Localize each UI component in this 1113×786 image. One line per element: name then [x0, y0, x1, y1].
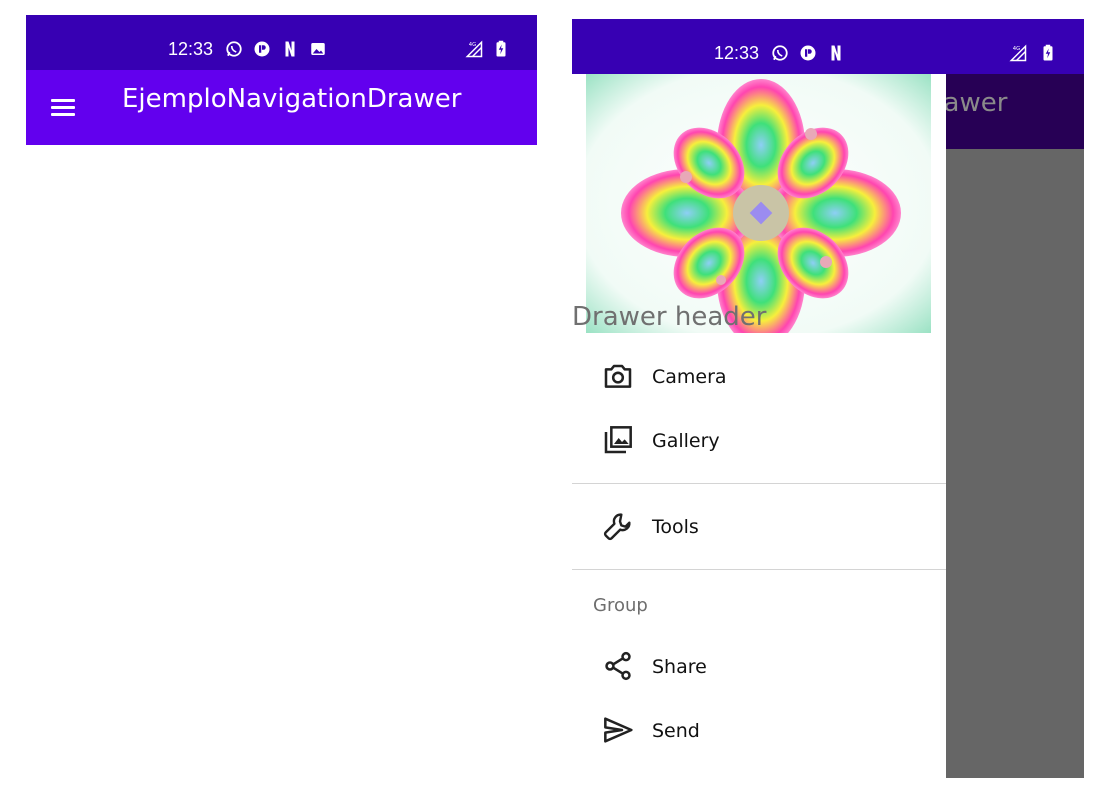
status-bar: 12:33 4G — [26, 15, 537, 70]
gallery-icon — [602, 424, 634, 456]
drawer-header-image — [586, 74, 931, 333]
svg-text:4G: 4G — [1013, 46, 1020, 52]
menu-item-gallery[interactable]: Gallery — [572, 408, 946, 472]
menu-divider — [572, 569, 946, 570]
hamburger-menu-icon[interactable] — [48, 94, 78, 120]
menu-item-share[interactable]: Share — [572, 634, 946, 698]
menu-item-send[interactable]: Send — [572, 698, 946, 762]
netflix-icon — [281, 40, 299, 58]
netflix-icon — [827, 44, 845, 62]
whatsapp-icon — [771, 44, 789, 62]
signal-4g-icon: 4G — [1006, 44, 1030, 62]
wrench-icon — [602, 510, 634, 542]
status-bar: 12:33 4G — [572, 19, 1084, 74]
app-notification-icon — [799, 44, 817, 62]
right-screen: 12:33 4G EjemploNavigationDrawer — [572, 19, 1084, 778]
menu-divider — [572, 483, 946, 484]
app-notification-icon — [253, 40, 271, 58]
menu-item-label: Tools — [652, 516, 699, 538]
navigation-drawer: Drawer header Camera Gallery Tools Group — [572, 74, 946, 778]
whatsapp-icon — [225, 40, 243, 58]
send-icon — [602, 714, 634, 746]
share-icon — [602, 650, 634, 682]
svg-text:4G: 4G — [469, 42, 476, 48]
image-icon — [309, 40, 327, 58]
menu-item-label: Send — [652, 720, 700, 742]
app-title: EjemploNavigationDrawer — [122, 84, 462, 114]
menu-item-camera[interactable]: Camera — [572, 344, 946, 408]
signal-4g-icon: 4G — [462, 40, 486, 58]
app-bar: EjemploNavigationDrawer — [26, 70, 537, 145]
group-label: Group — [593, 595, 648, 616]
menu-item-label: Gallery — [652, 430, 720, 452]
menu-item-label: Camera — [652, 366, 727, 388]
camera-icon — [602, 360, 634, 392]
battery-charging-icon — [1039, 44, 1057, 62]
menu-item-label: Share — [652, 656, 707, 678]
battery-charging-icon — [492, 40, 510, 58]
status-time: 12:33 — [168, 39, 214, 59]
drawer-header-title: Drawer header — [572, 302, 767, 332]
status-time: 12:33 — [714, 43, 760, 63]
left-screen: 12:33 4G EjemploNavigationDrawer — [26, 15, 537, 786]
menu-item-tools[interactable]: Tools — [572, 494, 946, 558]
